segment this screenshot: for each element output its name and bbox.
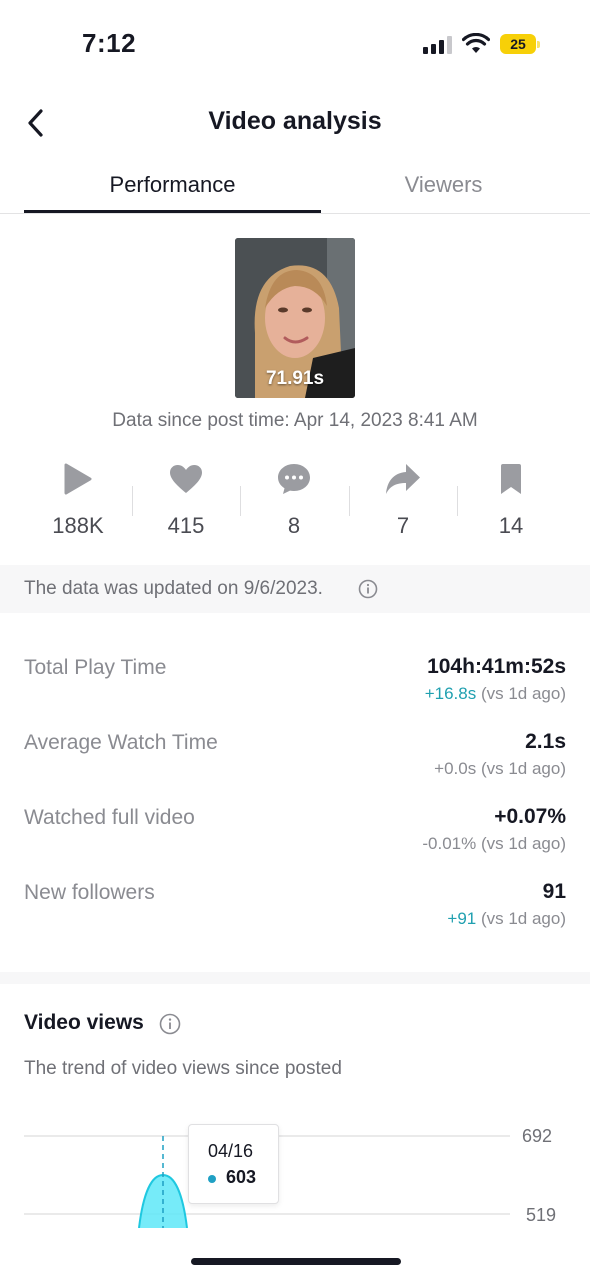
data-update-notice: The data was updated on 9/6/2023. bbox=[0, 565, 590, 613]
battery-level: 25 bbox=[500, 34, 536, 54]
comment-icon bbox=[278, 464, 310, 494]
y-tick-label: 519 bbox=[526, 1205, 556, 1225]
tab-performance[interactable]: Performance bbox=[24, 172, 321, 198]
bookmark-icon bbox=[501, 464, 521, 494]
tooltip-date: 04/16 bbox=[208, 1141, 254, 1161]
page-title: Video analysis bbox=[208, 107, 382, 135]
active-tab-indicator bbox=[24, 210, 321, 213]
metric-label: Total Play Time bbox=[24, 656, 167, 679]
tooltip-value: 603 bbox=[226, 1167, 257, 1187]
stat-comments: 8 bbox=[240, 458, 348, 539]
metric-label: Average Watch Time bbox=[24, 731, 218, 754]
metric-watched-full-video: Watched full video +0.07% -0.01% (vs 1d … bbox=[24, 790, 566, 865]
metric-value: 2.1s bbox=[525, 730, 566, 753]
tab-bar: Performance Viewers bbox=[0, 162, 590, 214]
metric-average-watch-time: Average Watch Time 2.1s +0.0s (vs 1d ago… bbox=[24, 715, 566, 790]
status-bar: 7:12 25 bbox=[0, 0, 590, 88]
section-divider bbox=[0, 972, 590, 984]
stat-shares: 7 bbox=[349, 458, 457, 539]
engagement-stats: 188K 415 8 7 14 bbox=[24, 458, 566, 548]
metric-delta: -0.01% (vs 1d ago) bbox=[422, 834, 566, 853]
metric-delta: +16.8s (vs 1d ago) bbox=[424, 684, 566, 703]
metrics-list: Total Play Time 104h:41m:52s +16.8s (vs … bbox=[24, 640, 566, 940]
chart-tooltip: 04/16 603 bbox=[188, 1124, 279, 1204]
stat-value: 7 bbox=[396, 513, 410, 538]
stat-value: 415 bbox=[167, 513, 205, 538]
share-icon bbox=[386, 464, 420, 494]
metric-new-followers: New followers 91 +91 (vs 1d ago) bbox=[24, 865, 566, 940]
navigation-header: Video analysis bbox=[0, 96, 590, 148]
cellular-signal-icon bbox=[423, 36, 453, 54]
update-text: The data was updated on 9/6/2023. bbox=[24, 578, 323, 599]
metric-label: New followers bbox=[24, 881, 155, 904]
y-tick-label: 692 bbox=[522, 1126, 552, 1146]
metric-label: Watched full video bbox=[24, 806, 195, 829]
stat-saves: 14 bbox=[457, 458, 565, 539]
status-time: 7:12 bbox=[82, 28, 137, 58]
stat-value: 14 bbox=[498, 513, 524, 538]
stat-likes: 415 bbox=[132, 458, 240, 539]
video-views-title: Video views bbox=[24, 1011, 144, 1034]
info-icon[interactable] bbox=[358, 579, 378, 599]
tooltip-series-dot bbox=[208, 1175, 216, 1183]
metric-total-play-time: Total Play Time 104h:41m:52s +16.8s (vs … bbox=[24, 640, 566, 715]
metric-value: 104h:41m:52s bbox=[427, 655, 566, 678]
info-icon[interactable] bbox=[159, 1013, 181, 1035]
stat-value: 8 bbox=[287, 513, 301, 538]
video-thumbnail[interactable]: 71.91s bbox=[235, 238, 355, 398]
metric-delta: +91 (vs 1d ago) bbox=[447, 909, 566, 928]
stat-value: 188K bbox=[52, 513, 104, 538]
video-views-subtitle: The trend of video views since posted bbox=[24, 1058, 342, 1079]
tab-viewers[interactable]: Viewers bbox=[297, 172, 590, 198]
metric-value: +0.07% bbox=[494, 805, 566, 828]
video-duration: 71.91s bbox=[265, 368, 325, 389]
metric-delta: +0.0s (vs 1d ago) bbox=[434, 759, 566, 778]
post-time-text: Data since post time: Apr 14, 2023 8:41 … bbox=[112, 410, 478, 431]
stat-views: 188K bbox=[24, 458, 132, 539]
play-icon bbox=[64, 463, 92, 495]
heart-icon bbox=[170, 465, 202, 493]
wifi-icon bbox=[462, 33, 490, 53]
metric-value: 91 bbox=[542, 880, 566, 903]
battery-icon: 25 bbox=[500, 34, 540, 54]
video-views-chart[interactable]: 692 519 bbox=[0, 1100, 590, 1228]
home-indicator bbox=[191, 1258, 401, 1265]
